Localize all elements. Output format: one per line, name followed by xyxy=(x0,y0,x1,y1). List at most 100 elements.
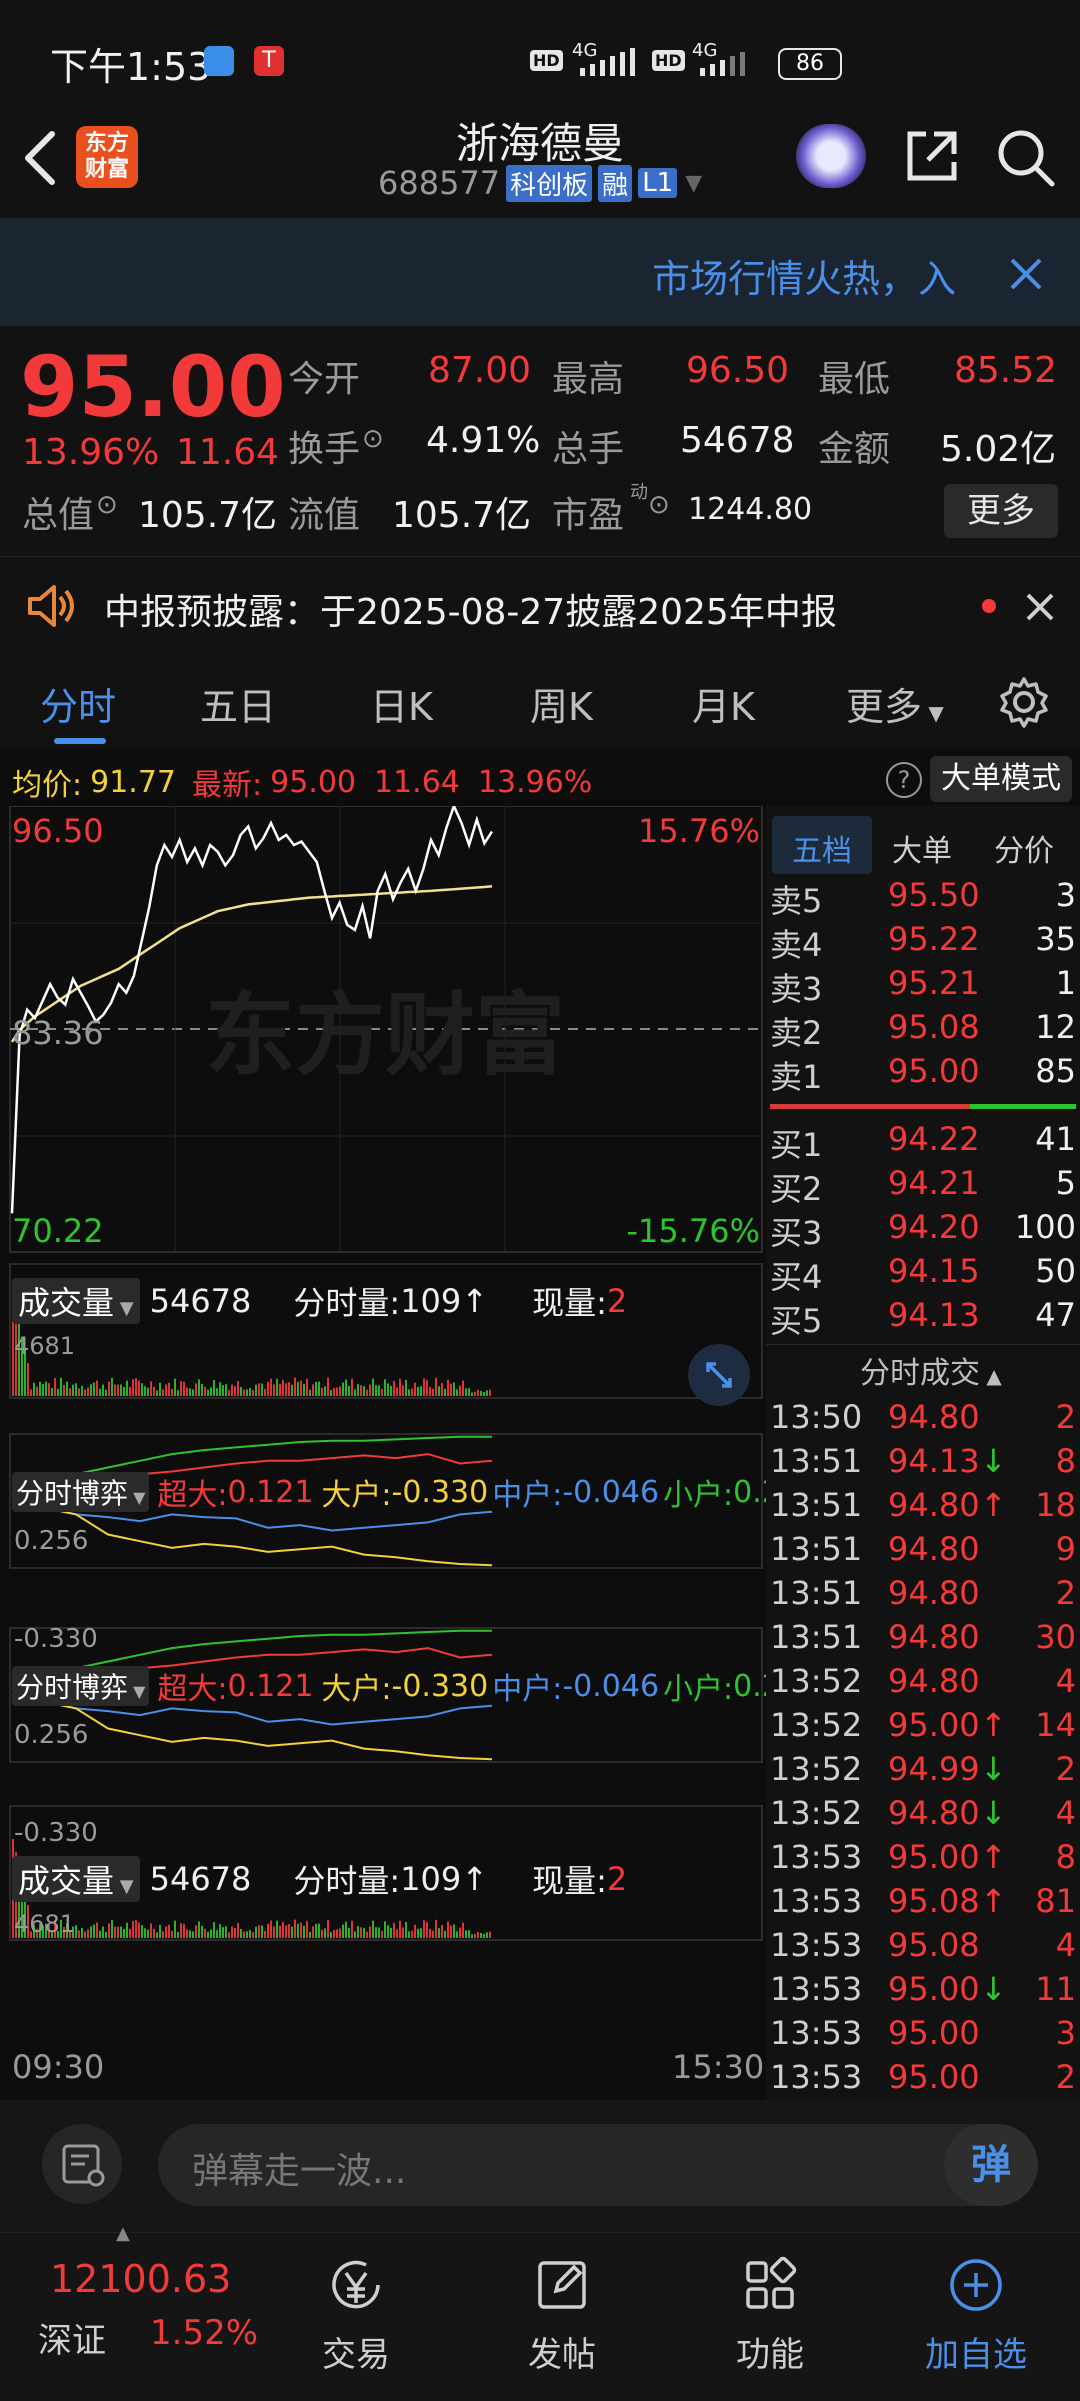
time-axis-end: 15:30 xyxy=(672,2048,765,2086)
volume-selector-label-2[interactable]: 成交量 xyxy=(18,1862,114,1900)
index-expand-caret-icon[interactable]: ▲ xyxy=(116,2223,130,2244)
market-cap-info-icon[interactable]: ⊙ xyxy=(96,490,118,520)
volume-selector[interactable]: 成交量 ▼ xyxy=(12,1278,140,1324)
volume-bar xyxy=(333,1930,335,1938)
dropdown-caret-icon[interactable]: ▼ xyxy=(685,171,702,196)
tab-more-label[interactable]: 更多 xyxy=(846,685,922,729)
stock-code: 688577 xyxy=(378,164,501,202)
intraday-chart-svg[interactable]: 东方财富 96.50 83.36 70.22 15.76% -15.76% xyxy=(0,806,766,2106)
bid-row[interactable]: 买3 94.20 100 xyxy=(770,1208,1076,1252)
announcement-text[interactable]: 中报预披露：于2025-08-27披露2025年中报 xyxy=(104,583,837,635)
volume-selector-2[interactable]: 成交量 ▼ xyxy=(12,1856,140,1902)
volume-bar xyxy=(459,1927,461,1938)
volume-bar xyxy=(486,1932,488,1938)
trades-header-label[interactable]: 分时成交 xyxy=(860,1356,980,1391)
volume-bar xyxy=(102,1926,104,1938)
market-cap-value: 105.7亿 xyxy=(138,495,278,536)
current-volume-value: 2 xyxy=(606,1282,628,1320)
volume-bar xyxy=(321,1387,323,1396)
volume-bar xyxy=(78,1388,80,1396)
tab-five-day[interactable]: 五日 xyxy=(200,676,276,731)
robot-assistant-icon[interactable] xyxy=(796,124,866,188)
trade-time: 13:51 xyxy=(770,1574,863,1612)
ask-row[interactable]: 卖1 95.00 85 xyxy=(770,1052,1076,1096)
hd-icon-1: HD xyxy=(530,50,563,71)
tab-intraday[interactable]: 分时 xyxy=(40,676,116,731)
close-banner-icon[interactable] xyxy=(1008,256,1044,292)
ask-row[interactable]: 卖3 95.21 1 xyxy=(770,964,1076,1008)
danmu-settings-button[interactable] xyxy=(42,2124,122,2204)
trade-price: 94.13 xyxy=(888,1442,980,1480)
battery-level: 86 xyxy=(796,51,824,76)
orderbook-qty: 1 xyxy=(1055,964,1076,1002)
tab-weekly-k[interactable]: 周K xyxy=(530,676,593,731)
trade-price: 94.80 xyxy=(888,1530,980,1568)
game-header-2: 分时博弈 ▼ 超大:0.121 大户:-0.330 中户:-0.046 小户:0… xyxy=(12,1664,819,1708)
game-selector-caret-icon-2: ▼ xyxy=(128,1682,146,1701)
large-value: -0.330 xyxy=(391,1474,489,1510)
index-ticker[interactable]: ▲ 12100.63 深证 1.52% xyxy=(0,2223,258,2401)
latest-price-value: 95.00 xyxy=(270,764,356,800)
nav-trade[interactable]: 交易 xyxy=(286,2255,426,2376)
orderbook-tab-five-levels[interactable]: 五档 xyxy=(792,826,852,870)
volume-bar xyxy=(276,1920,278,1938)
medium-value-2: -0.046 xyxy=(562,1668,660,1704)
volume-bar xyxy=(348,1385,350,1396)
game-selector[interactable]: 分时博弈 ▼ xyxy=(12,1472,150,1512)
turnover-info-icon[interactable]: ⊙ xyxy=(362,424,384,454)
danmu-send-button[interactable]: 弹 xyxy=(944,2124,1038,2206)
announcement-bar[interactable]: 中报预披露：于2025-08-27披露2025年中报 xyxy=(0,556,1080,658)
volume-bar xyxy=(450,1925,452,1938)
bid-row[interactable]: 买4 94.15 50 xyxy=(770,1252,1076,1296)
bid-row[interactable]: 买1 94.22 41 xyxy=(770,1120,1076,1164)
game-selector-label[interactable]: 分时博弈 xyxy=(16,1477,128,1510)
trade-qty: 2 xyxy=(1055,1574,1076,1612)
game-selector-label-2[interactable]: 分时博弈 xyxy=(16,1671,128,1704)
volume-bar xyxy=(237,1381,239,1396)
help-icon[interactable]: ? xyxy=(886,762,922,798)
medium-label: 中户: xyxy=(492,1478,563,1513)
volume-bar xyxy=(330,1390,332,1396)
search-icon[interactable] xyxy=(996,128,1056,188)
settings-gear-icon[interactable] xyxy=(998,676,1050,728)
danmu-input[interactable]: 弹幕走一波... 弹 xyxy=(158,2124,1038,2206)
ask-row[interactable]: 卖5 95.50 3 xyxy=(770,876,1076,920)
bottom-navigation: ▲ 12100.63 深证 1.52% 交易 发帖 功能 加自选 xyxy=(0,2223,1080,2401)
bid-row[interactable]: 买2 94.21 5 xyxy=(770,1164,1076,1208)
volume-bar xyxy=(375,1927,377,1938)
tab-daily-k[interactable]: 日K xyxy=(370,676,433,731)
trades-header[interactable]: 分时成交 ▲ xyxy=(860,1348,1002,1392)
volume-bar xyxy=(339,1386,341,1396)
trade-price: 95.00 xyxy=(888,2014,980,2052)
nav-add-watchlist[interactable]: 加自选 xyxy=(906,2255,1046,2376)
tab-more[interactable]: 更多 ▼ xyxy=(846,676,944,731)
volume-bar xyxy=(129,1928,131,1938)
nav-functions[interactable]: 功能 xyxy=(700,2255,840,2376)
big-order-mode-button[interactable]: 大单模式 xyxy=(930,756,1072,802)
medium-label-2: 中户: xyxy=(492,1672,563,1707)
volume-selector-label[interactable]: 成交量 xyxy=(18,1284,114,1322)
orderbook-tab-price-dist[interactable]: 分价 xyxy=(994,826,1054,870)
pe-info-icon[interactable]: ⊙ xyxy=(648,490,670,520)
orderbook-level-label: 卖4 xyxy=(770,926,823,964)
orderbook-level-label: 买3 xyxy=(770,1214,823,1252)
volume-bar xyxy=(87,1929,89,1938)
bid-row[interactable]: 买5 94.13 47 xyxy=(770,1296,1076,1340)
ask-row[interactable]: 卖2 95.08 12 xyxy=(770,1008,1076,1052)
latest-change-value: 11.64 xyxy=(374,764,460,800)
nav-post[interactable]: 发帖 xyxy=(492,2255,632,2376)
orderbook-tab-big-orders[interactable]: 大单 xyxy=(892,826,952,870)
expand-chart-button[interactable] xyxy=(688,1344,750,1406)
ask-row[interactable]: 卖4 95.22 35 xyxy=(770,920,1076,964)
game-selector-2[interactable]: 分时博弈 ▼ xyxy=(12,1666,150,1706)
more-quote-button[interactable]: 更多 xyxy=(944,484,1058,538)
close-announcement-icon[interactable] xyxy=(1024,591,1056,623)
volume-bar xyxy=(438,1928,440,1938)
banner-text[interactable]: 市场行情火热，入 xyxy=(652,248,972,303)
volume-bar xyxy=(471,1392,473,1396)
trade-price: 94.80 xyxy=(888,1618,980,1656)
tab-monthly-k[interactable]: 月K xyxy=(692,676,755,731)
promo-banner[interactable]: 市场行情火热，入 xyxy=(0,218,1080,326)
share-icon[interactable] xyxy=(904,128,960,184)
volume-bar xyxy=(162,1931,164,1938)
